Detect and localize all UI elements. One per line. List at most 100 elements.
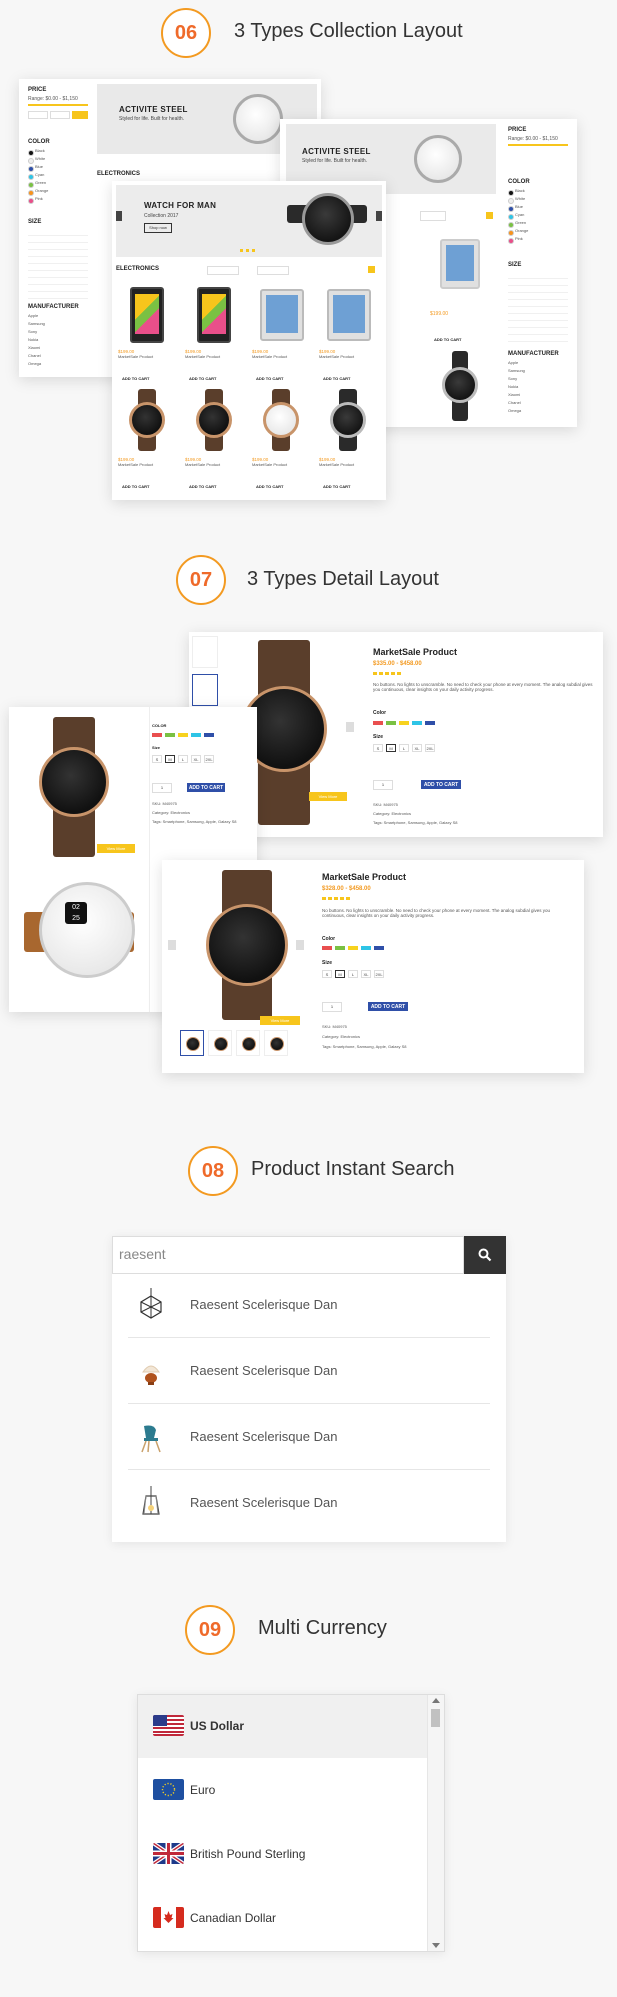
size-option[interactable]: L — [178, 755, 188, 763]
view-more-button[interactable]: View More — [309, 792, 347, 801]
currency-option[interactable]: Euro — [138, 1759, 428, 1822]
image-next-arrow[interactable] — [346, 722, 354, 732]
size-option[interactable]: S — [152, 755, 162, 763]
currency-option[interactable]: Canadian Dollar — [138, 1887, 428, 1950]
color-filter-item[interactable]: Green — [508, 220, 568, 228]
color-filter-item[interactable]: White — [508, 196, 568, 204]
quantity-stepper[interactable]: 1 — [322, 1002, 342, 1012]
color-swatch[interactable] — [178, 733, 188, 737]
size-option[interactable]: XL — [191, 755, 201, 763]
scroll-down-arrow[interactable] — [432, 1943, 440, 1948]
add-to-cart-button[interactable]: ADD TO CART — [256, 484, 283, 489]
view-more-button[interactable]: View More — [97, 844, 135, 853]
filter-go-button[interactable] — [72, 111, 88, 119]
color-filter-item[interactable]: White — [28, 156, 88, 164]
limit-select[interactable] — [257, 266, 289, 275]
add-to-cart-button[interactable]: ADD TO CART — [122, 376, 149, 381]
add-to-cart-button[interactable]: ADD TO CART — [122, 484, 149, 489]
quantity-stepper[interactable]: 1 — [373, 780, 393, 790]
search-input[interactable]: raesent — [112, 1236, 464, 1274]
add-to-cart-button[interactable]: ADD TO CART — [368, 1002, 408, 1011]
size-option[interactable]: XL — [361, 970, 371, 978]
color-filter-item[interactable]: Blue — [508, 204, 568, 212]
color-swatch[interactable] — [425, 721, 435, 725]
add-to-cart-button[interactable]: ADD TO CART — [323, 484, 350, 489]
color-swatch[interactable] — [165, 733, 175, 737]
product-card[interactable]: $199.00 MarketSale Product ADD TO CART — [116, 281, 178, 385]
currency-option[interactable]: US Dollar — [138, 1695, 428, 1758]
size-option[interactable]: M — [386, 744, 396, 752]
add-to-cart-button[interactable]: ADD TO CART — [189, 376, 216, 381]
manufacturer-filter-item[interactable]: Chanel — [508, 400, 521, 406]
color-filter-item[interactable]: Cyan — [28, 172, 88, 180]
add-to-cart-button[interactable]: ADD TO CART — [187, 783, 225, 792]
color-swatch[interactable] — [386, 721, 396, 725]
price-slider[interactable] — [28, 104, 88, 106]
color-filter-item[interactable]: Orange — [28, 188, 88, 196]
manufacturer-filter-item[interactable]: Chanel — [28, 353, 41, 359]
color-swatch[interactable] — [335, 946, 345, 950]
view-more-button[interactable]: View More — [260, 1016, 300, 1025]
add-to-cart-button[interactable]: ADD TO CART — [434, 337, 461, 342]
search-result-item[interactable]: Raesent Scelerisque Dan — [128, 1406, 490, 1470]
scroll-thumb[interactable] — [431, 1709, 440, 1727]
color-filter-item[interactable]: Black — [28, 148, 88, 156]
currency-scrollbar[interactable] — [427, 1695, 444, 1951]
manufacturer-filter-item[interactable]: Apple — [28, 313, 38, 319]
size-option[interactable]: 2XL — [425, 744, 435, 752]
color-swatch[interactable] — [412, 721, 422, 725]
color-swatch[interactable] — [204, 733, 214, 737]
color-filter-item[interactable]: Blue — [28, 164, 88, 172]
scroll-up-arrow[interactable] — [432, 1698, 440, 1703]
color-filter-item[interactable]: Pink — [28, 196, 88, 204]
quantity-stepper[interactable]: 1 — [152, 783, 172, 793]
size-option[interactable]: S — [373, 744, 383, 752]
product-card[interactable]: $199.00 MarketSale Product ADD TO CART — [116, 389, 178, 493]
manufacturer-filter-item[interactable]: Omega — [508, 408, 521, 414]
thumbnail[interactable] — [180, 1030, 204, 1056]
color-swatch[interactable] — [152, 733, 162, 737]
size-option[interactable]: L — [399, 744, 409, 752]
thumbnail[interactable] — [236, 1030, 260, 1056]
search-result-item[interactable]: Raesent Scelerisque Dan — [128, 1274, 490, 1338]
hero-prev-arrow[interactable] — [116, 211, 122, 221]
size-option[interactable]: 2XL — [374, 970, 384, 978]
size-option[interactable]: S — [322, 970, 332, 978]
color-swatch[interactable] — [361, 946, 371, 950]
manufacturer-filter-item[interactable]: Apple — [508, 360, 518, 366]
manufacturer-filter-item[interactable]: Xiaomi — [28, 345, 40, 351]
color-filter-item[interactable]: Black — [508, 188, 568, 196]
product-card[interactable]: $199.00 MarketSale Product ADD TO CART — [183, 389, 245, 493]
product-card[interactable]: $199.00 MarketSale Product ADD TO CART — [317, 281, 379, 385]
grid-view-button[interactable] — [368, 266, 375, 273]
currency-option[interactable]: British Pound Sterling — [138, 1823, 428, 1886]
thumb-2[interactable] — [192, 674, 218, 706]
color-swatch[interactable] — [191, 733, 201, 737]
search-result-item[interactable]: Raesent Scelerisque Dan — [128, 1340, 490, 1404]
color-filter-item[interactable]: Green — [28, 180, 88, 188]
product-card[interactable]: $199.00 MarketSale Product ADD TO CART — [183, 281, 245, 385]
manufacturer-filter-item[interactable]: Sony — [28, 329, 37, 335]
manufacturer-filter-item[interactable]: Samsung — [28, 321, 45, 327]
image-next-arrow[interactable] — [296, 940, 304, 950]
size-option[interactable]: M — [165, 755, 175, 763]
manufacturer-filter-item[interactable]: Nokia — [28, 337, 38, 343]
thumbnail[interactable] — [264, 1030, 288, 1056]
color-swatch[interactable] — [373, 721, 383, 725]
color-filter-item[interactable]: Cyan — [508, 212, 568, 220]
color-swatch[interactable] — [348, 946, 358, 950]
image-prev-arrow[interactable] — [168, 940, 176, 950]
price-slider[interactable] — [508, 144, 568, 146]
add-to-cart-button[interactable]: ADD TO CART — [421, 780, 461, 789]
manufacturer-filter-item[interactable]: Samsung — [508, 368, 525, 374]
hero-next-arrow[interactable] — [376, 211, 382, 221]
size-option[interactable]: L — [348, 970, 358, 978]
manufacturer-filter-item[interactable]: Xiaomi — [508, 392, 520, 398]
color-swatch[interactable] — [322, 946, 332, 950]
toolbar-select[interactable] — [420, 211, 446, 221]
grid-view-button[interactable] — [486, 212, 493, 219]
add-to-cart-button[interactable]: ADD TO CART — [189, 484, 216, 489]
hero-pagination-dots[interactable] — [240, 249, 258, 252]
search-result-item[interactable]: Raesent Scelerisque Dan — [128, 1472, 490, 1536]
add-to-cart-button[interactable]: ADD TO CART — [256, 376, 283, 381]
